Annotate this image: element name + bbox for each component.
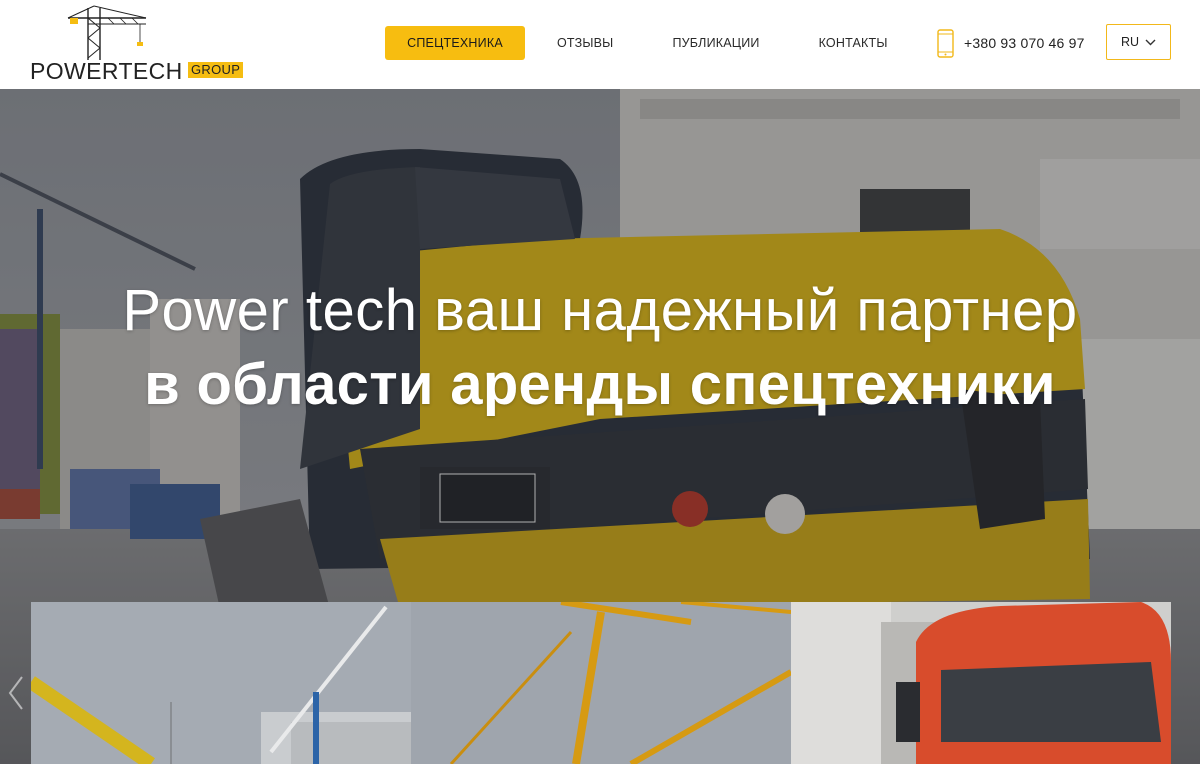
nav-item-contacts[interactable]: КОНТАКТЫ <box>819 26 888 60</box>
nav-item-publications[interactable]: ПУБЛИКАЦИИ <box>672 26 759 60</box>
arrow-left-icon[interactable] <box>6 673 26 713</box>
logo-wordmark: POWERTECH <box>30 58 183 84</box>
mobile-crane-photo <box>31 602 411 764</box>
logo-group-badge: GROUP <box>188 62 244 78</box>
language-label: RU <box>1120 35 1140 49</box>
nav-item-equipment[interactable]: СПЕЦТЕХНИКА <box>385 26 525 60</box>
card-tower-crane[interactable] <box>411 602 791 764</box>
phone-number: +380 93 070 46 97 <box>964 35 1085 51</box>
chevron-down-icon <box>1145 39 1156 45</box>
mobile-phone-icon <box>937 28 954 58</box>
language-select[interactable]: RU <box>1106 24 1171 60</box>
hero-title-line2: в области аренды спецтехники <box>144 352 1056 417</box>
hero-title-line1: Power tech ваш надежный партнер <box>122 278 1078 343</box>
card-mobile-crane[interactable] <box>31 602 411 764</box>
nav-item-reviews[interactable]: ОТЗЫВЫ <box>557 26 613 60</box>
hero-banner: Power tech ваш надежный партнер в област… <box>0 89 1200 764</box>
phone-contact[interactable]: +380 93 070 46 97 <box>937 28 1085 58</box>
tower-crane-photo <box>411 602 791 764</box>
card-red-truck[interactable] <box>791 602 1171 764</box>
crane-logo-icon <box>67 5 147 60</box>
red-truck-photo <box>791 602 1171 764</box>
equipment-cards <box>31 602 1171 764</box>
main-nav: СПЕЦТЕХНИКА ОТЗЫВЫ ПУБЛИКАЦИИ КОНТАКТЫ <box>385 26 888 60</box>
site-header: POWERTECH GROUP СПЕЦТЕХНИКА ОТЗЫВЫ ПУБЛИ… <box>0 0 1200 89</box>
logo[interactable]: POWERTECH GROUP <box>28 4 250 84</box>
